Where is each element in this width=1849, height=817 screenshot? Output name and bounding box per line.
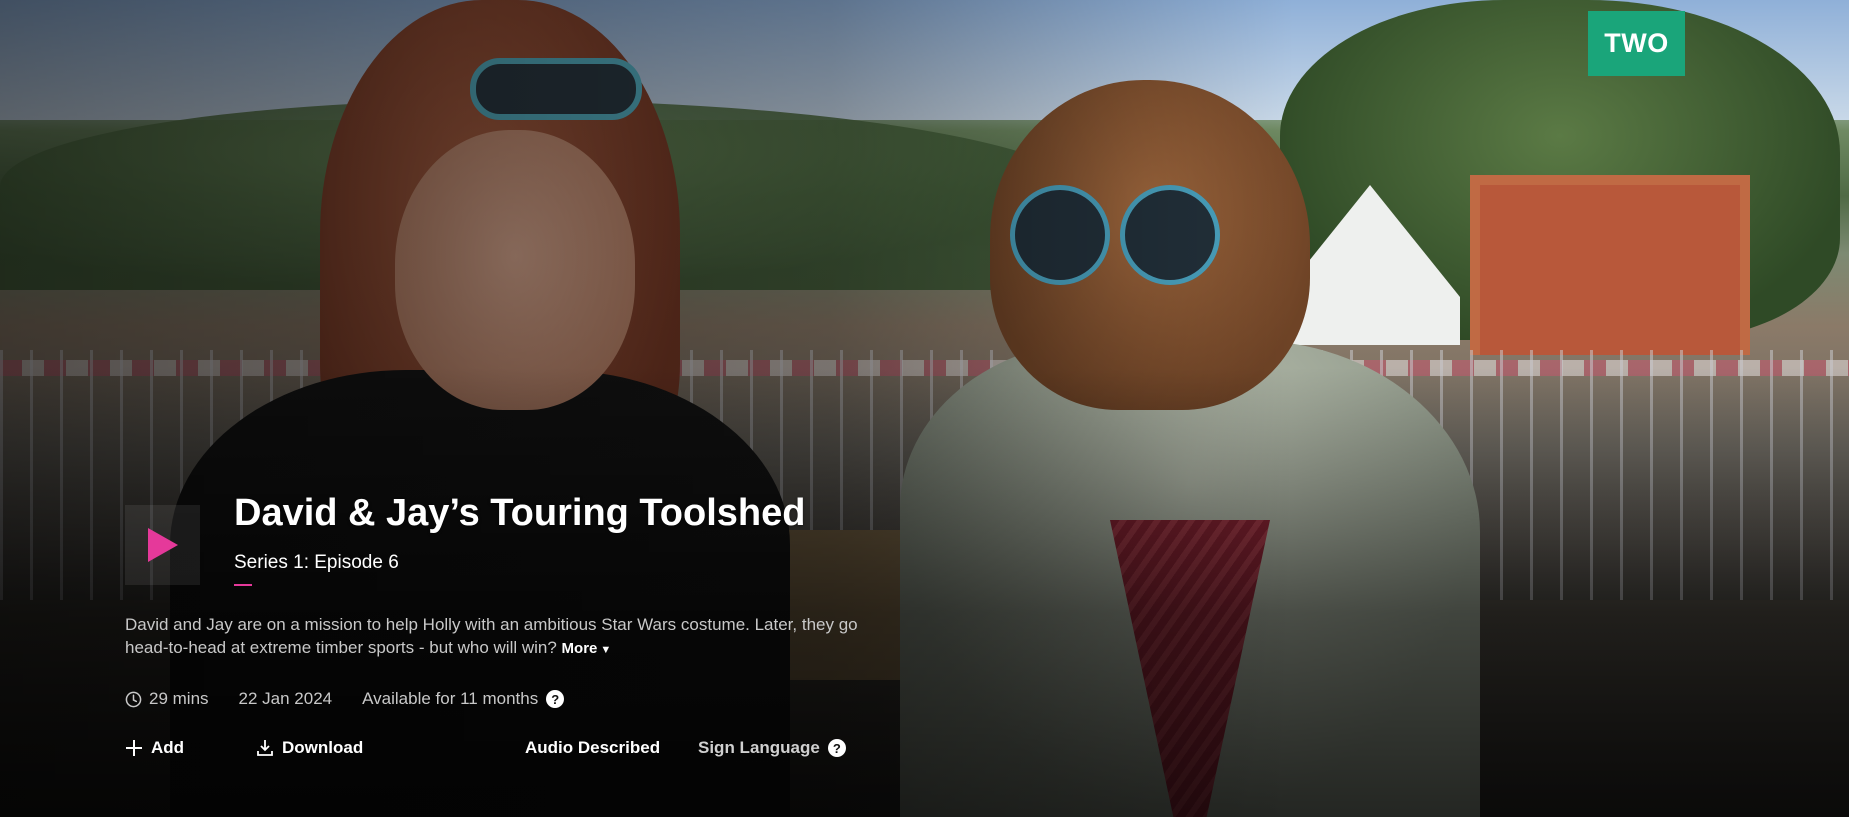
more-label: More	[561, 640, 598, 657]
download-label: Download	[282, 738, 364, 757]
date-text: 22 Jan 2024	[238, 689, 333, 708]
audio-described-label: Audio Described	[525, 738, 661, 757]
sign-language-button[interactable]: Sign Language ?	[698, 738, 846, 758]
add-label: Add	[151, 738, 185, 757]
availability-text: Available for 11 months	[362, 689, 539, 708]
duration-text: 29 mins	[149, 689, 209, 708]
availability: Available for 11 months ?	[362, 689, 565, 709]
sign-language-label: Sign Language	[698, 738, 820, 757]
add-button[interactable]: Add	[125, 738, 184, 758]
channel-logo: TWO	[1588, 11, 1685, 76]
duration: 29 mins	[125, 689, 209, 709]
action-bar: Add Download Audio Described Sign Langua…	[0, 738, 1849, 764]
download-icon	[257, 740, 273, 756]
programme-title: David & Jay’s Touring Toolshed	[234, 492, 806, 534]
watch-progress-bar	[234, 584, 252, 586]
clock-icon	[125, 691, 142, 707]
broadcast-date: 22 Jan 2024	[239, 689, 333, 709]
chevron-down-icon: ▼	[600, 644, 612, 656]
play-icon	[147, 528, 178, 562]
more-button[interactable]: More ▼	[562, 640, 612, 657]
help-icon[interactable]: ?	[827, 739, 846, 757]
help-icon[interactable]: ?	[546, 690, 565, 708]
channel-logo-label: TWO	[1604, 28, 1669, 58]
programme-description: David and Jay are on a mission to help H…	[125, 613, 895, 662]
programme-meta: 29 mins 22 Jan 2024 Available for 11 mon…	[125, 689, 594, 709]
audio-described-button[interactable]: Audio Described	[525, 738, 660, 758]
episode-label: Series 1: Episode 6	[234, 552, 399, 573]
plus-icon	[126, 740, 142, 756]
play-button[interactable]	[125, 505, 200, 585]
description-text: David and Jay are on a mission to help H…	[125, 615, 858, 657]
download-button[interactable]: Download	[256, 738, 363, 758]
